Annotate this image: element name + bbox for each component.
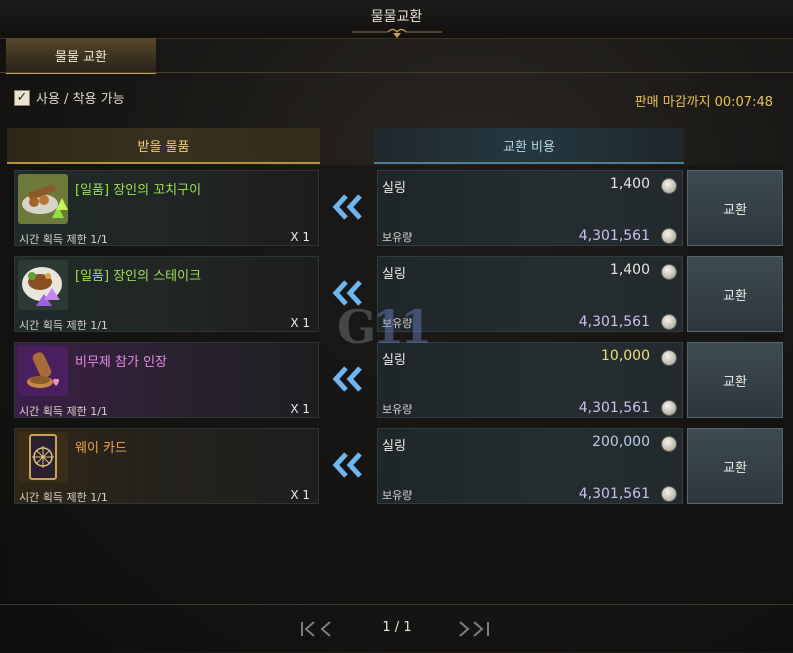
silver-coin-icon <box>662 265 676 279</box>
reward-quantity: X 1 <box>290 316 310 330</box>
receive-column-header: 받을 물품 <box>7 128 320 164</box>
reward-quantity: X 1 <box>290 230 310 244</box>
exchange-row: 웨이 카드 시간 획득 제한 1/1 X 1 실링 200,000 보유량 4,… <box>14 424 784 504</box>
acquire-limit: 시간 획득 제한 1/1 <box>19 491 108 504</box>
acquire-limit: 시간 획득 제한 1/1 <box>19 233 108 246</box>
acquire-limit: 시간 획득 제한 1/1 <box>19 405 108 418</box>
silver-coin-icon <box>662 437 676 451</box>
reward-quantity: X 1 <box>290 402 310 416</box>
reward-item-name: [일품] 장인의 꼬치구이 <box>75 183 202 198</box>
owned-label: 보유량 <box>382 489 413 502</box>
steak-plate-icon <box>18 260 68 310</box>
tab-barter-label: 물물 교환 <box>55 49 107 65</box>
owned-amount: 4,301,561 <box>578 486 650 502</box>
last-page-icon[interactable] <box>456 621 490 637</box>
owned-label: 보유량 <box>382 403 413 416</box>
owned-label: 보유량 <box>382 231 413 244</box>
silver-coin-icon <box>662 179 676 193</box>
exchange-button[interactable]: 교환 <box>687 256 783 332</box>
sale-deadline: 판매 마감까지 00:07:48 <box>635 91 773 110</box>
page-indicator: 1 / 1 <box>382 620 412 635</box>
cost-box: 실링 1,400 보유량 4,301,561 <box>377 170 683 246</box>
silver-coin-icon <box>662 487 676 501</box>
silver-coin-icon <box>662 401 676 415</box>
reward-item-name: 비무제 참가 인장 <box>75 355 167 370</box>
window-titlebar: 물물교환 <box>0 0 793 39</box>
currency-name: 실링 <box>382 181 406 196</box>
owned-amount: 4,301,561 <box>578 400 650 416</box>
acquire-limit: 시간 획득 제한 1/1 <box>19 319 108 332</box>
wax-seal-icon <box>18 346 68 396</box>
reward-item-name: 웨이 카드 <box>75 441 127 456</box>
usable-filter-label: 사용 / 착용 가능 <box>36 92 125 107</box>
tab-barter[interactable]: 물물 교환 <box>6 38 156 74</box>
currency-name: 실링 <box>382 439 406 454</box>
reward-item[interactable]: 웨이 카드 시간 획득 제한 1/1 X 1 <box>14 428 319 504</box>
watermark-logo: G11 <box>337 300 432 354</box>
cost-amount: 1,400 <box>609 262 650 278</box>
cost-amount: 10,000 <box>601 348 650 364</box>
currency-name: 실링 <box>382 267 406 282</box>
cost-amount: 1,400 <box>609 176 650 192</box>
silver-coin-icon <box>662 229 676 243</box>
watermark-right: 11 <box>372 300 432 354</box>
tab-divider <box>0 72 793 73</box>
reward-item-name: [일품] 장인의 스테이크 <box>75 269 202 284</box>
exchange-row: [일품] 장인의 꼬치구이 시간 획득 제한 1/1 X 1 실링 1,400 … <box>14 166 784 246</box>
title-ornament-icon <box>352 28 442 38</box>
skewer-food-icon <box>18 174 68 224</box>
watermark-left: G <box>337 300 376 354</box>
reward-item[interactable]: [일품] 장인의 스테이크 시간 획득 제한 1/1 X 1 <box>14 256 319 332</box>
reward-item[interactable]: [일품] 장인의 꼬치구이 시간 획득 제한 1/1 X 1 <box>14 170 319 246</box>
reward-item[interactable]: 비무제 참가 인장 시간 획득 제한 1/1 X 1 <box>14 342 319 418</box>
silver-coin-icon <box>662 351 676 365</box>
double-chevron-left-icon <box>332 366 362 392</box>
deadline-timer: 00:07:48 <box>714 95 773 110</box>
exchange-button[interactable]: 교환 <box>687 170 783 246</box>
usable-filter[interactable]: ✓ 사용 / 착용 가능 <box>14 88 125 107</box>
exchange-button[interactable]: 교환 <box>687 342 783 418</box>
reward-quantity: X 1 <box>290 488 310 502</box>
deadline-label: 판매 마감까지 <box>634 95 711 110</box>
silver-coin-icon <box>662 315 676 329</box>
cost-column-header: 교환 비용 <box>374 128 684 164</box>
window-title: 물물교환 <box>370 9 423 25</box>
cost-box: 실링 200,000 보유량 4,301,561 <box>377 428 683 504</box>
first-page-icon[interactable] <box>300 621 334 637</box>
cost-amount: 200,000 <box>592 434 650 450</box>
usable-checkbox[interactable]: ✓ <box>14 89 30 106</box>
tarot-card-icon <box>18 432 68 482</box>
double-chevron-left-icon <box>332 452 362 478</box>
owned-amount: 4,301,561 <box>578 228 650 244</box>
exchange-button[interactable]: 교환 <box>687 428 783 504</box>
owned-amount: 4,301,561 <box>578 314 650 330</box>
pagination: 1 / 1 <box>0 604 793 653</box>
double-chevron-left-icon <box>332 194 362 220</box>
